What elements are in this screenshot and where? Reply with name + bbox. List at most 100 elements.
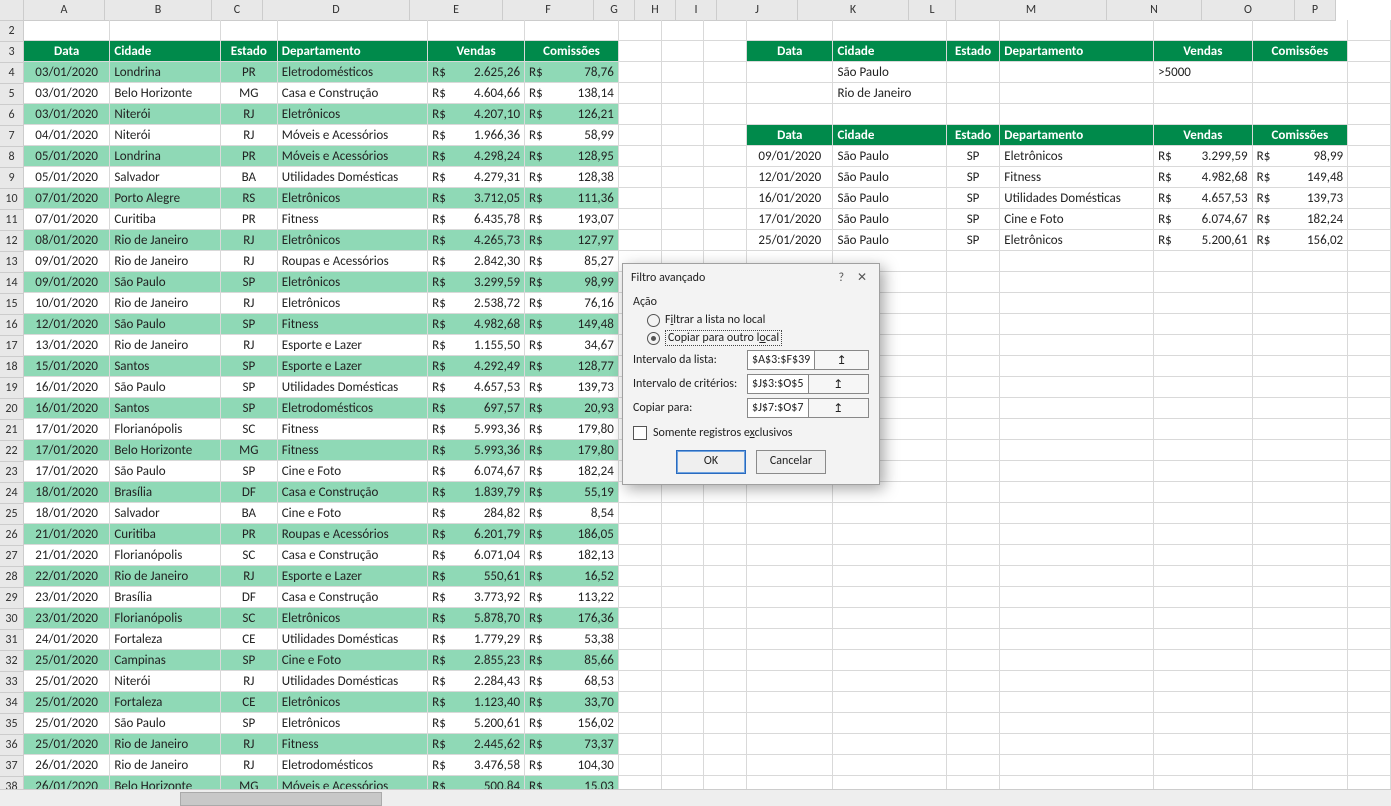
cell-date[interactable]: 07/01/2020: [24, 209, 110, 230]
table-header[interactable]: Departamento: [1000, 41, 1154, 62]
cell[interactable]: [704, 230, 747, 251]
cell-date[interactable]: 13/01/2020: [24, 335, 110, 356]
row-header[interactable]: 27: [0, 546, 24, 567]
cell-commission[interactable]: R$182,13: [525, 545, 619, 566]
col-header-O[interactable]: O: [1202, 0, 1295, 21]
cell-city[interactable]: Brasília: [110, 482, 221, 503]
cell-commission[interactable]: R$113,22: [525, 587, 619, 608]
table-header[interactable]: Estado: [946, 41, 999, 62]
row-header[interactable]: 14: [0, 273, 24, 294]
cell-state[interactable]: RJ: [220, 566, 277, 587]
cell-dept[interactable]: Eletrônicos: [277, 104, 427, 125]
cell[interactable]: [1154, 356, 1253, 377]
result-commission[interactable]: R$98,99: [1252, 146, 1348, 167]
cell-commission[interactable]: R$176,36: [525, 608, 619, 629]
range-picker-icon[interactable]: ↥: [808, 375, 869, 393]
cell[interactable]: [833, 566, 946, 587]
cell[interactable]: [1000, 314, 1154, 335]
row-header[interactable]: 16: [0, 315, 24, 336]
cell-date[interactable]: 03/01/2020: [24, 104, 110, 125]
col-header-M[interactable]: M: [956, 0, 1107, 21]
cell[interactable]: [220, 20, 277, 41]
col-header-L[interactable]: L: [909, 0, 956, 21]
table-header[interactable]: Comissões: [1252, 125, 1348, 146]
result-city[interactable]: São Paulo: [833, 188, 946, 209]
cell[interactable]: [1348, 734, 1391, 755]
cell[interactable]: [704, 671, 747, 692]
cell[interactable]: [946, 419, 999, 440]
cell-date[interactable]: 03/01/2020: [24, 83, 110, 104]
help-icon[interactable]: ?: [832, 271, 850, 285]
cell-city[interactable]: Florianópolis: [110, 608, 221, 629]
cell[interactable]: [1154, 503, 1253, 524]
cell-city[interactable]: Niterói: [110, 104, 221, 125]
cell[interactable]: [1252, 503, 1348, 524]
cell[interactable]: [661, 230, 704, 251]
cell-date[interactable]: 24/01/2020: [24, 629, 110, 650]
cell[interactable]: [1348, 377, 1391, 398]
cell-city[interactable]: Campinas: [110, 650, 221, 671]
cell[interactable]: [1000, 734, 1154, 755]
cell-commission[interactable]: R$68,53: [525, 671, 619, 692]
cell-commission[interactable]: R$98,99: [525, 272, 619, 293]
cell[interactable]: [946, 104, 999, 125]
cell[interactable]: [618, 608, 661, 629]
cell-commission[interactable]: R$179,80: [525, 440, 619, 461]
cell-city[interactable]: Rio de Janeiro: [110, 230, 221, 251]
cell[interactable]: [110, 20, 221, 41]
cancel-button[interactable]: Cancelar: [756, 450, 826, 474]
cell-sales[interactable]: R$284,82: [428, 503, 525, 524]
cell-commission[interactable]: R$20,93: [525, 398, 619, 419]
cell[interactable]: [1000, 356, 1154, 377]
close-icon[interactable]: ✕: [853, 270, 871, 285]
cell[interactable]: [618, 62, 661, 83]
cell-commission[interactable]: R$58,99: [525, 125, 619, 146]
cell-dept[interactable]: Eletrônicos: [277, 230, 427, 251]
cell[interactable]: [661, 188, 704, 209]
cell[interactable]: [747, 650, 833, 671]
cell[interactable]: [1348, 167, 1391, 188]
cell[interactable]: [946, 377, 999, 398]
cell-date[interactable]: 03/01/2020: [24, 62, 110, 83]
cell-commission[interactable]: R$126,21: [525, 104, 619, 125]
row-header[interactable]: 22: [0, 441, 24, 462]
cell[interactable]: [1348, 482, 1391, 503]
cell[interactable]: [1000, 608, 1154, 629]
cell-city[interactable]: Curitiba: [110, 524, 221, 545]
cell[interactable]: [1348, 125, 1391, 146]
cell[interactable]: [747, 545, 833, 566]
cell[interactable]: [704, 566, 747, 587]
cell[interactable]: [1154, 755, 1253, 776]
cell[interactable]: [661, 692, 704, 713]
cell-sales[interactable]: R$4.279,31: [428, 167, 525, 188]
cell[interactable]: [1348, 671, 1391, 692]
criteria-city[interactable]: Rio de Janeiro: [833, 83, 946, 104]
cell-date[interactable]: 22/01/2020: [24, 566, 110, 587]
cell[interactable]: [618, 566, 661, 587]
cell[interactable]: [24, 20, 110, 41]
cell-commission[interactable]: R$104,30: [525, 755, 619, 776]
result-date[interactable]: 25/01/2020: [747, 230, 833, 251]
row-header[interactable]: 20: [0, 399, 24, 420]
cell-city[interactable]: Florianópolis: [110, 419, 221, 440]
cell[interactable]: [661, 587, 704, 608]
cell-sales[interactable]: R$550,61: [428, 566, 525, 587]
cell-dept[interactable]: Eletrodomésticos: [277, 62, 427, 83]
cell[interactable]: [833, 671, 946, 692]
cell[interactable]: [618, 503, 661, 524]
cell-date[interactable]: 21/01/2020: [24, 524, 110, 545]
cell[interactable]: [661, 62, 704, 83]
row-header[interactable]: 24: [0, 483, 24, 504]
cell[interactable]: [946, 545, 999, 566]
cell-date[interactable]: 21/01/2020: [24, 545, 110, 566]
horizontal-scrollbar[interactable]: [0, 789, 1391, 806]
cell[interactable]: [946, 692, 999, 713]
col-header-N[interactable]: N: [1107, 0, 1202, 21]
cell[interactable]: [1348, 398, 1391, 419]
result-sales[interactable]: R$4.657,53: [1154, 188, 1253, 209]
cell[interactable]: [1000, 482, 1154, 503]
cell[interactable]: [618, 692, 661, 713]
cell-date[interactable]: 18/01/2020: [24, 482, 110, 503]
cell[interactable]: [1154, 692, 1253, 713]
cell[interactable]: [1154, 734, 1253, 755]
